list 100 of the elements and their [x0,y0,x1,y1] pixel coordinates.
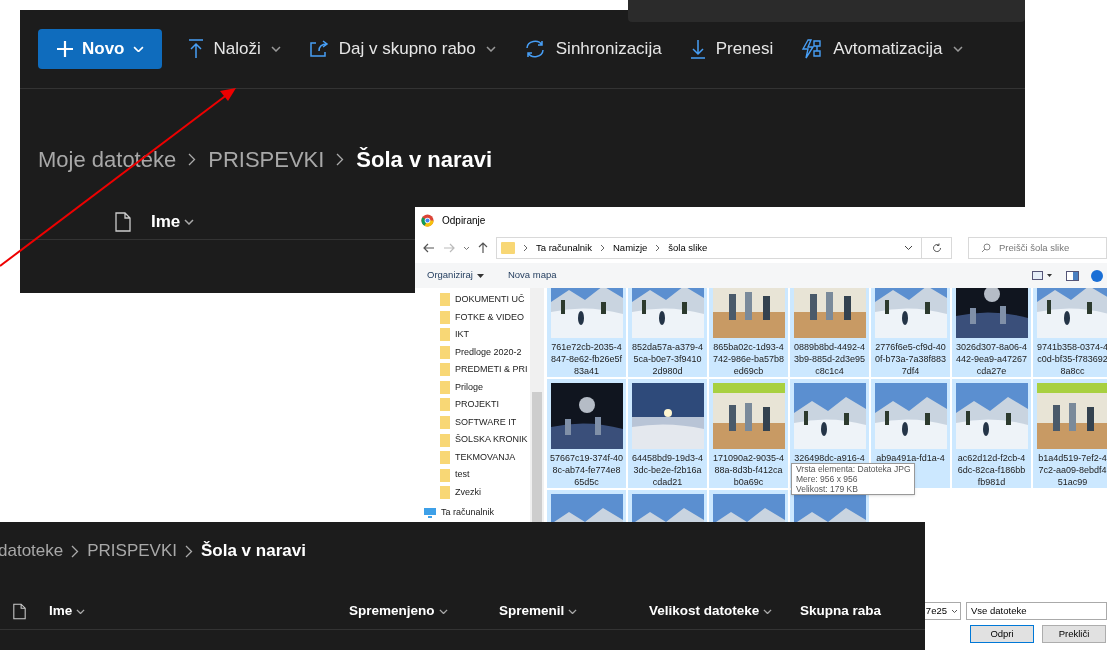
toolbar-button[interactable]: Prenesi [689,29,774,69]
file-item[interactable]: 0889b8bd-4492-4 3b9-885d-2d3e95 c8c1c4 [790,288,869,377]
toolbar-button[interactable]: Avtomatizacija [801,29,963,69]
dialog-title: Odpiranje [442,213,486,228]
file-item[interactable]: b1a4d519-7ef2-4 7c2-aa09-8ebdf4 51ac99 [1033,379,1107,488]
command-button[interactable]: Nova mapa [507,268,557,283]
nav-item[interactable]: Predloge 2020-2 [440,343,530,362]
file-item[interactable]: 3026d307-8a06-4 442-9ea9-a47267 cda27e [952,288,1031,377]
breadcrumb-item[interactable]: PRISPEVKI [208,142,325,176]
toolbar-button[interactable]: Sinhronizacija [523,29,662,69]
folder-icon [440,398,450,412]
file-type-dropdown[interactable]: Vse datoteke [966,602,1107,620]
folder-icon [501,242,515,254]
chevron-right-icon [185,544,193,558]
breadcrumb-item[interactable]: PRISPEVKI [87,538,177,564]
command-button[interactable]: Organiziraj [427,268,484,283]
address-segment[interactable]: Namizje [613,240,648,256]
nav-item[interactable]: PROJEKTI [440,396,530,414]
automation-icon [801,39,824,59]
file-name: ab9a491a-fd1a-4 [876,452,945,464]
chevron-right-icon [600,244,605,252]
column-header[interactable]: Ime [49,601,349,622]
nav-item[interactable]: FOTKE & VIDEO [440,308,530,327]
file-name: 865ba02c-1d93-4 742-986e-ba57b8 ed69cb [712,341,785,377]
file-name: 57667c19-374f-40 8c-ab74-fe774e8 65d5c [549,452,624,488]
nav-item[interactable]: PREDMETI & PRI [440,361,530,379]
chevron-down-icon [951,608,958,614]
toolbar-button[interactable]: Naloži [187,29,281,69]
chevron-down-icon[interactable] [904,245,913,251]
cancel-button[interactable]: Prekliči [1042,625,1106,643]
folder-icon [440,293,450,307]
upload-icon [187,39,204,59]
nav-item[interactable]: Zvezki [440,483,530,502]
column-header[interactable]: Spremenjeno [349,601,499,622]
chevron-right-icon [188,152,197,166]
file-name: 9741b358-0374-4 c0d-bf35-f783692 8a8cc [1036,341,1107,377]
file-item[interactable]: 852da57a-a379-4 5ca-b0e7-3f9410 2d980d [628,288,707,377]
folder-icon [440,310,450,324]
file-name: ac62d12d-f2cb-4 6dc-82ca-f186bb fb981d [957,452,1026,488]
file-item[interactable]: 64458bd9-19d3-4 3dc-be2e-f2b16a cdad21 [628,379,707,488]
address-segment[interactable]: šola slike [668,240,708,256]
nav-item[interactable]: test [440,466,530,484]
folder-icon [440,380,450,394]
nav-item[interactable]: ŠOLSKA KRONIK [440,431,530,449]
chevron-down-icon [184,218,195,225]
folder-icon [440,433,450,447]
column-header[interactable]: Velikost datoteke [649,601,800,622]
file-name: 2776f6e5-cf9d-40 0f-b73a-7a38f883 7df4 [874,341,947,377]
preview-pane-icon[interactable] [1066,270,1079,281]
file-item[interactable]: 865ba02c-1d93-4 742-986e-ba57b8 ed69cb [709,288,788,377]
breadcrumb-item[interactable]: Šola v naravi [356,142,493,176]
new-button[interactable]: Novo [38,29,162,69]
scrollbar[interactable] [530,288,544,522]
folder-icon [440,451,450,465]
folder-icon [440,416,450,429]
nav-item[interactable]: DOKUMENTI UČ [440,291,530,309]
sync-icon [523,39,546,59]
file-item[interactable]: 9741b358-0374-4 c0d-bf35-f783692 8a8cc [1033,288,1107,377]
file-item[interactable]: 761e72cb-2035-4 847-8e62-fb26e5f 83a41 [547,288,626,377]
back-icon[interactable] [423,243,435,253]
file-name: 0889b8bd-4492-4 3b9-885d-2d3e95 c8c1c4 [793,341,866,377]
chevron-right-icon [71,544,80,558]
file-name: 761e72cb-2035-4 847-8e62-fb26e5f 83a41 [550,341,623,377]
file-icon [13,603,26,620]
nav-item[interactable]: IKT [440,326,530,344]
file-name: 64458bd9-19d3-4 3dc-be2e-f2b16a cdad21 [631,452,704,488]
nav-item[interactable]: SOFTWARE IT [440,413,530,432]
file-name: 326498dc-a916-4 [794,452,865,464]
nav-item[interactable]: Ta računalnik [424,504,530,522]
address-segment[interactable]: Ta računalnik [536,240,592,256]
nav-item[interactable]: Priloge [440,378,530,397]
caret-icon[interactable] [463,245,470,251]
folder-icon [440,345,450,359]
search-field[interactable]: Preišči šola slike [968,237,1107,259]
file-name: b1a4d519-7ef2-4 7c2-aa09-8ebdf4 51ac99 [1038,452,1107,488]
browser-logo-icon [421,213,434,227]
share-icon [308,40,329,58]
file-item[interactable]: 171090a2-9035-4 88a-8d3b-f412ca b0a69c [709,379,788,488]
column-header[interactable]: Skupna raba [800,601,920,622]
chevron-right-icon [523,244,528,252]
toolbar-button[interactable]: Daj v skupno rabo [308,29,496,69]
address-bar[interactable]: Ta računalnik Namizje šola slike [496,237,952,259]
open-button[interactable]: Odpri [970,625,1034,643]
nav-item[interactable]: TEKMOVANJA [440,448,530,467]
up-icon[interactable] [478,242,488,254]
breadcrumb-item[interactable]: Šola v naravi [201,538,306,564]
folder-icon [440,328,450,342]
file-item[interactable]: 57667c19-374f-40 8c-ab74-fe774e8 65d5c [547,379,626,488]
file-item[interactable]: ac62d12d-f2cb-4 6dc-82ca-f186bb fb981d [952,379,1031,488]
help-icon[interactable] [1091,269,1103,282]
refresh-icon[interactable] [931,243,942,253]
caret-icon [476,273,484,278]
file-item[interactable]: 2776f6e5-cf9d-40 0f-b73a-7a38f883 7df4 [871,288,950,377]
column-header[interactable]: Ime [151,208,195,235]
folder-icon [440,468,450,482]
column-header[interactable]: Spremenil [499,601,649,622]
view-icon[interactable] [1032,271,1054,280]
plus-icon [56,40,74,58]
folder-icon [440,486,450,500]
chevron-right-icon [655,244,661,252]
